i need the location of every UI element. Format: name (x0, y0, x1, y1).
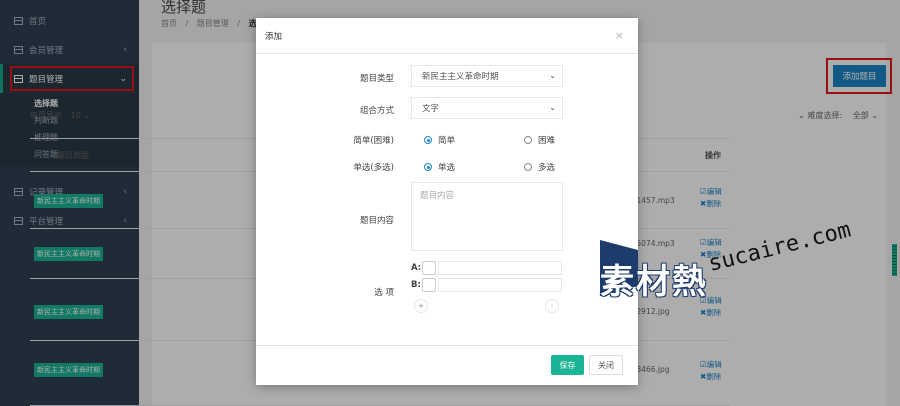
remove-option-button[interactable]: - (545, 299, 559, 313)
option-row-b: B: (411, 278, 562, 292)
save-button[interactable]: 保存 (551, 355, 584, 375)
radio-checked-icon (424, 163, 432, 171)
content-textarea[interactable]: 题目内容 (411, 182, 563, 251)
radio-label: 多选 (538, 163, 556, 173)
radio-label: 单选 (438, 163, 456, 173)
close-button[interactable]: 关闭 (589, 355, 623, 375)
radio-unchecked-icon (524, 163, 532, 171)
difficulty-label: 简单(困难) (353, 136, 394, 146)
combo-select[interactable]: 文字 ⌄ (411, 97, 563, 119)
radio-unchecked-icon (524, 136, 532, 144)
type-label: 题目类型 (359, 74, 394, 84)
difficulty-easy-radio[interactable]: 简单 (424, 134, 455, 146)
add-option-button[interactable]: + (414, 299, 428, 313)
radio-checked-icon (424, 136, 432, 144)
option-b-input[interactable] (438, 278, 562, 292)
modal-title: 添加 (265, 31, 283, 42)
chevron-down-icon: ⌄ (549, 103, 556, 112)
modal-footer: 保存 关闭 (256, 345, 638, 385)
type-select-value: 新民主主义革命时期 (422, 72, 499, 82)
chevron-down-icon: ⌄ (549, 71, 556, 80)
option-letter: A: (411, 263, 422, 273)
single-choice-radio[interactable]: 单选 (424, 161, 455, 173)
multi-choice-radio[interactable]: 多选 (524, 161, 555, 173)
option-a-input[interactable] (438, 261, 562, 275)
watermark-text: 素材熱 (600, 262, 708, 302)
combo-label: 组合方式 (359, 106, 394, 116)
radio-label: 简单 (438, 136, 456, 146)
option-row-a: A: (411, 261, 562, 275)
content-placeholder: 题目内容 (420, 191, 455, 201)
add-question-modal: 添加 × 题目类型 新民主主义革命时期 ⌄ 组合方式 文字 ⌄ 简单(困难) 简… (256, 18, 638, 385)
options-label: 选 项 (374, 288, 394, 298)
modal-header: 添加 × (256, 18, 638, 54)
type-select[interactable]: 新民主主义革命时期 ⌄ (411, 65, 563, 87)
option-a-checkbox[interactable] (422, 261, 436, 275)
option-b-checkbox[interactable] (422, 278, 436, 292)
radio-label: 困难 (538, 136, 556, 146)
choice-label: 单选(多选) (353, 163, 394, 173)
difficulty-hard-radio[interactable]: 困难 (524, 134, 555, 146)
option-letter: B: (411, 280, 421, 290)
content-label: 题目内容 (359, 216, 394, 226)
combo-select-value: 文字 (422, 104, 440, 114)
close-icon[interactable]: × (615, 29, 624, 42)
